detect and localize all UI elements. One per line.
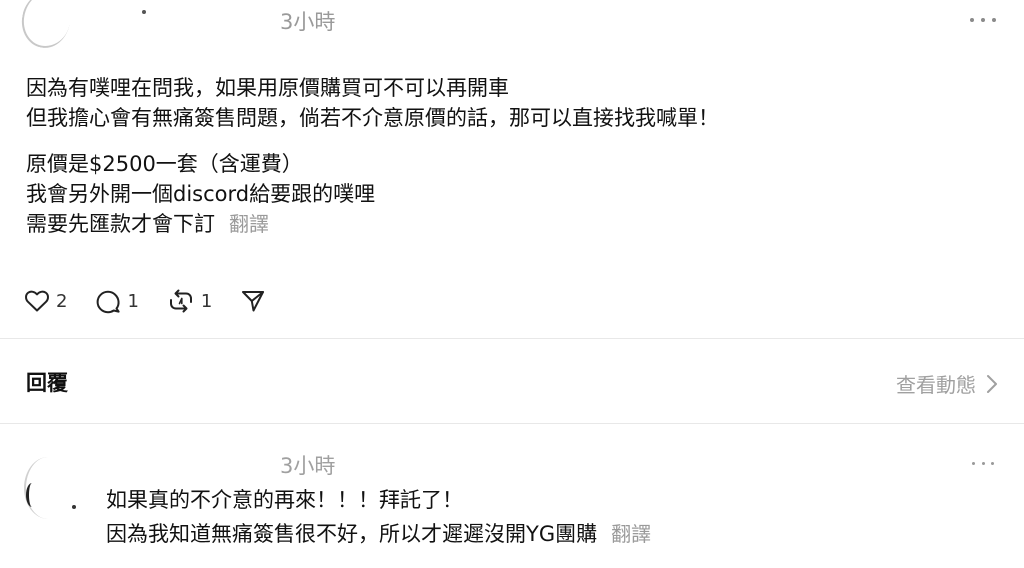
more-dot (981, 461, 985, 465)
reply-item: 3小時 如果真的不介意的再來！！！拜託了！ 因為我知道無痛簽售很不好，所以才遲遲… (0, 425, 1024, 568)
reply-line-last: 因為我知道無痛簽售很不好，所以才遲遲沒開YG團購 翻譯 (106, 517, 651, 551)
replies-title: 回覆 (26, 371, 68, 395)
more-icon[interactable] (970, 10, 996, 30)
translate-link[interactable]: 翻譯 (611, 522, 651, 546)
like-button[interactable]: 2 (24, 289, 67, 313)
more-icon[interactable] (972, 455, 994, 471)
more-dot (991, 461, 994, 465)
more-dot (972, 461, 975, 465)
post-line-last: 需要先匯款才會下訂 翻譯 (26, 209, 719, 239)
like-count: 2 (56, 290, 68, 312)
replies-header: 回覆 查看動態 (0, 338, 1024, 424)
comment-button[interactable]: 1 (95, 288, 139, 314)
post-line: 原價是$2500一套（含運費） (26, 152, 303, 176)
post-line-text: 需要先匯款才會下訂 (26, 212, 215, 236)
reply-username[interactable] (72, 505, 76, 509)
view-activity-label: 查看動態 (896, 373, 976, 397)
author-avatar[interactable] (17, 0, 75, 52)
repost-button[interactable]: 1 (167, 288, 212, 314)
reply-timestamp: 3小時 (280, 454, 336, 478)
comment-count: 1 (127, 290, 139, 312)
translate-link[interactable]: 翻譯 (229, 212, 269, 236)
send-icon (242, 291, 265, 312)
repost-icon (169, 289, 192, 313)
reply-line: 如果真的不介意的再來！！！拜託了！ (106, 488, 463, 512)
post-paragraph: 因為有噗哩在問我，如果用原價購買可不可以再開車 但我擔心會有無痛簽售問題，倘若不… (26, 73, 719, 133)
post-actions: 2 1 1 (24, 286, 294, 316)
comment-icon (97, 290, 121, 314)
post-line: 我會另外開一個discord給要跟的噗哩 (26, 182, 376, 206)
more-dot (970, 18, 974, 22)
thread-post: 3小時 因為有噗哩在問我，如果用原價購買可不可以再開車 但我擔心會有無痛簽售問題… (0, 0, 1024, 338)
more-dot (981, 18, 985, 22)
view-activity-link[interactable]: 查看動態 (896, 369, 998, 398)
post-text: 因為有噗哩在問我，如果用原價購買可不可以再開車 但我擔心會有無痛簽售問題，倘若不… (26, 73, 719, 239)
author-username[interactable] (142, 10, 146, 14)
post-line: 但我擔心會有無痛簽售問題，倘若不介意原價的話，那可以直接找我喊單！ (26, 106, 719, 130)
repost-count: 1 (200, 290, 213, 312)
reply-line-text: 因為我知道無痛簽售很不好，所以才遲遲沒開YG團購 (106, 522, 598, 546)
more-dot (992, 18, 996, 22)
post-line: 因為有噗哩在問我，如果用原價購買可不可以再開車 (26, 76, 509, 100)
reply-text: 如果真的不介意的再來！！！拜託了！ 因為我知道無痛簽售很不好，所以才遲遲沒開YG… (106, 483, 651, 551)
heart-icon (25, 290, 49, 312)
post-paragraph: 原價是$2500一套（含運費） 我會另外開一個discord給要跟的噗哩 需要先… (26, 149, 719, 239)
reply-avatar-mark (26, 483, 38, 507)
share-button[interactable] (240, 288, 266, 314)
chevron-right-icon (987, 374, 997, 393)
post-timestamp: 3小時 (280, 10, 336, 34)
